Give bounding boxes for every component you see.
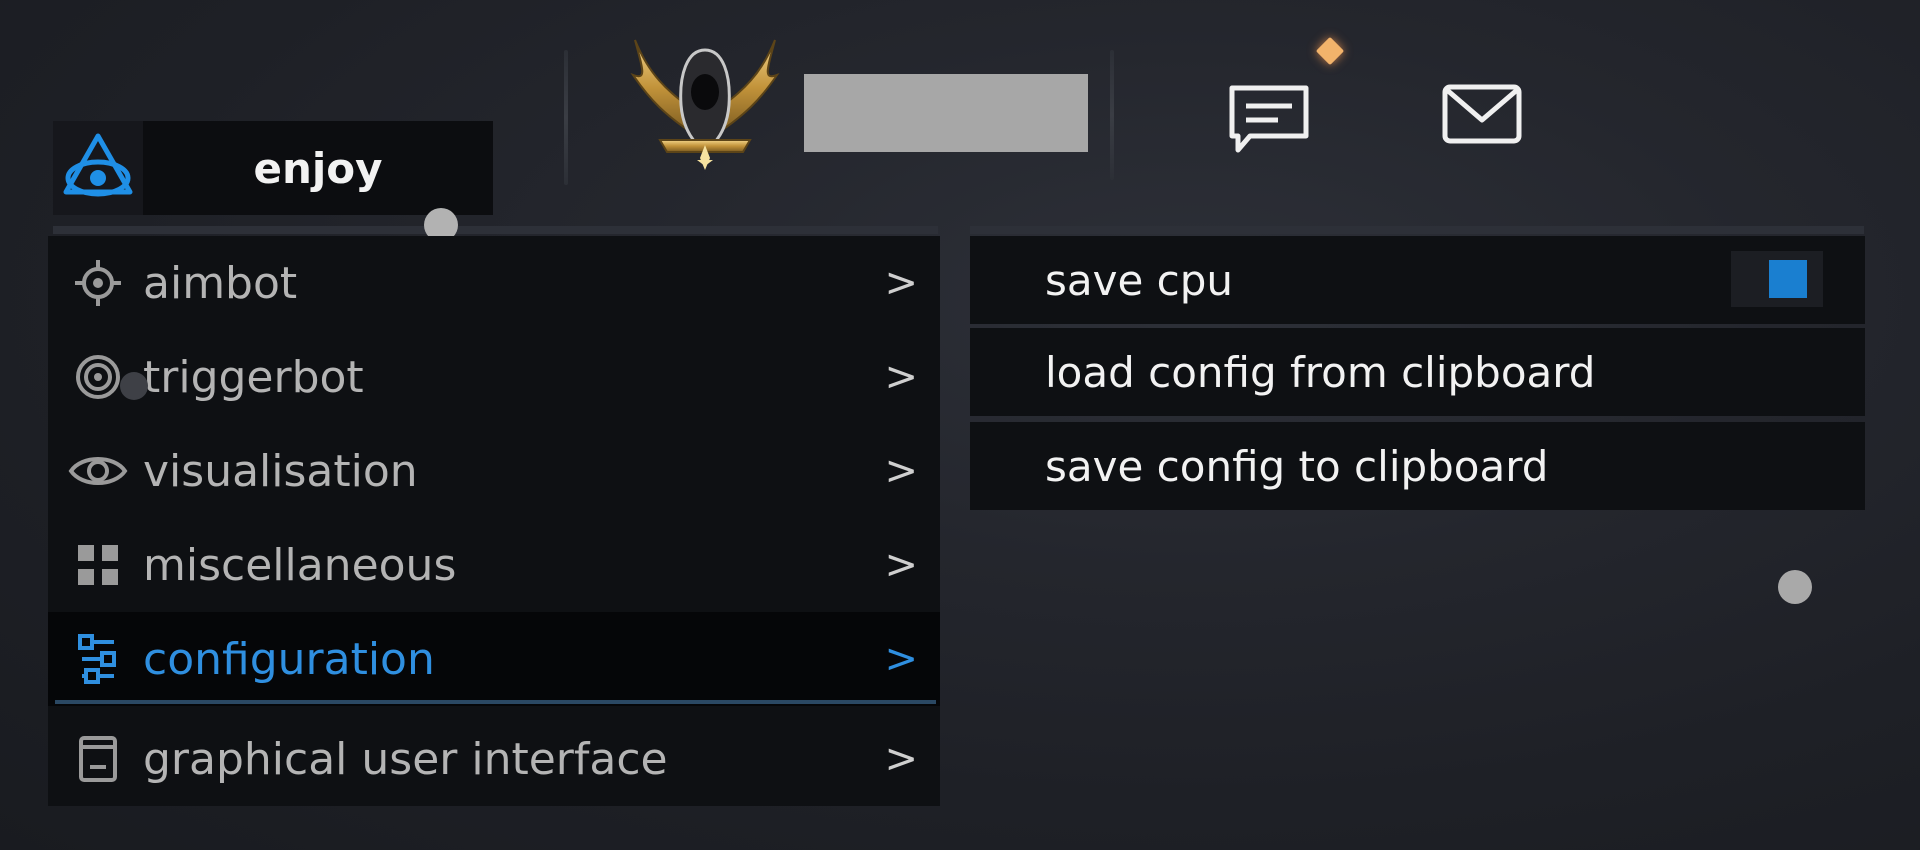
- chat-icon[interactable]: [1228, 84, 1310, 156]
- menu-item-visualisation[interactable]: visualisation >: [48, 424, 940, 518]
- chevron-right-icon: >: [884, 542, 918, 588]
- save-cpu-label: save cpu: [1045, 255, 1234, 305]
- menu-item-label: visualisation: [143, 445, 418, 497]
- save-cpu-toggle[interactable]: [1731, 251, 1823, 307]
- save-cpu-row[interactable]: save cpu: [970, 236, 1865, 324]
- sliders-icon: [68, 634, 128, 684]
- header-divider: [564, 50, 568, 185]
- menu-item-aimbot[interactable]: aimbot >: [48, 236, 940, 330]
- grid-icon: [68, 540, 128, 590]
- chevron-right-icon: >: [884, 260, 918, 306]
- menu-item-label: configuration: [143, 633, 435, 685]
- menu-item-configuration[interactable]: configuration >: [48, 612, 940, 706]
- main-menu: aimbot > triggerbot > visualisation > mi…: [48, 236, 940, 806]
- load-config-label: load config from clipboard: [1045, 347, 1596, 397]
- menu-item-label: triggerbot: [143, 351, 364, 403]
- username-redacted-bar: [804, 74, 1088, 152]
- chevron-right-icon: >: [884, 736, 918, 782]
- header-divider: [1110, 50, 1114, 180]
- toggle-on-indicator: [1769, 260, 1807, 298]
- load-config-button[interactable]: load config from clipboard: [970, 328, 1865, 416]
- menu-item-graphical-user-interface[interactable]: graphical user interface >: [48, 712, 940, 806]
- eye-icon: [68, 446, 128, 496]
- cursor-dot: [120, 372, 148, 400]
- menu-item-label: aimbot: [143, 257, 298, 309]
- window-icon: [68, 734, 128, 784]
- notification-indicator: [1315, 36, 1345, 66]
- winged-hooded-emblem-icon: [625, 20, 785, 180]
- chevron-right-icon: >: [884, 448, 918, 494]
- save-config-label: save config to clipboard: [1045, 441, 1549, 491]
- active-item-underline: [55, 700, 936, 704]
- menu-item-label: miscellaneous: [143, 539, 457, 591]
- menu-item-triggerbot[interactable]: triggerbot >: [48, 330, 940, 424]
- menu-top-divider: [53, 226, 938, 234]
- brand-name: enjoy: [253, 143, 383, 193]
- chevron-right-icon: >: [884, 636, 918, 682]
- panel-top-divider: [970, 226, 1864, 234]
- crosshair-icon: [68, 258, 128, 308]
- brand-header: enjoy: [53, 121, 493, 215]
- menu-item-label: graphical user interface: [143, 733, 668, 785]
- target-icon: [68, 352, 128, 402]
- chevron-right-icon: >: [884, 354, 918, 400]
- save-config-button[interactable]: save config to clipboard: [970, 422, 1865, 510]
- menu-item-miscellaneous[interactable]: miscellaneous >: [48, 518, 940, 612]
- scroll-handle[interactable]: [1778, 570, 1812, 604]
- triangle-eye-logo-icon: [53, 121, 143, 215]
- mail-icon[interactable]: [1442, 84, 1522, 144]
